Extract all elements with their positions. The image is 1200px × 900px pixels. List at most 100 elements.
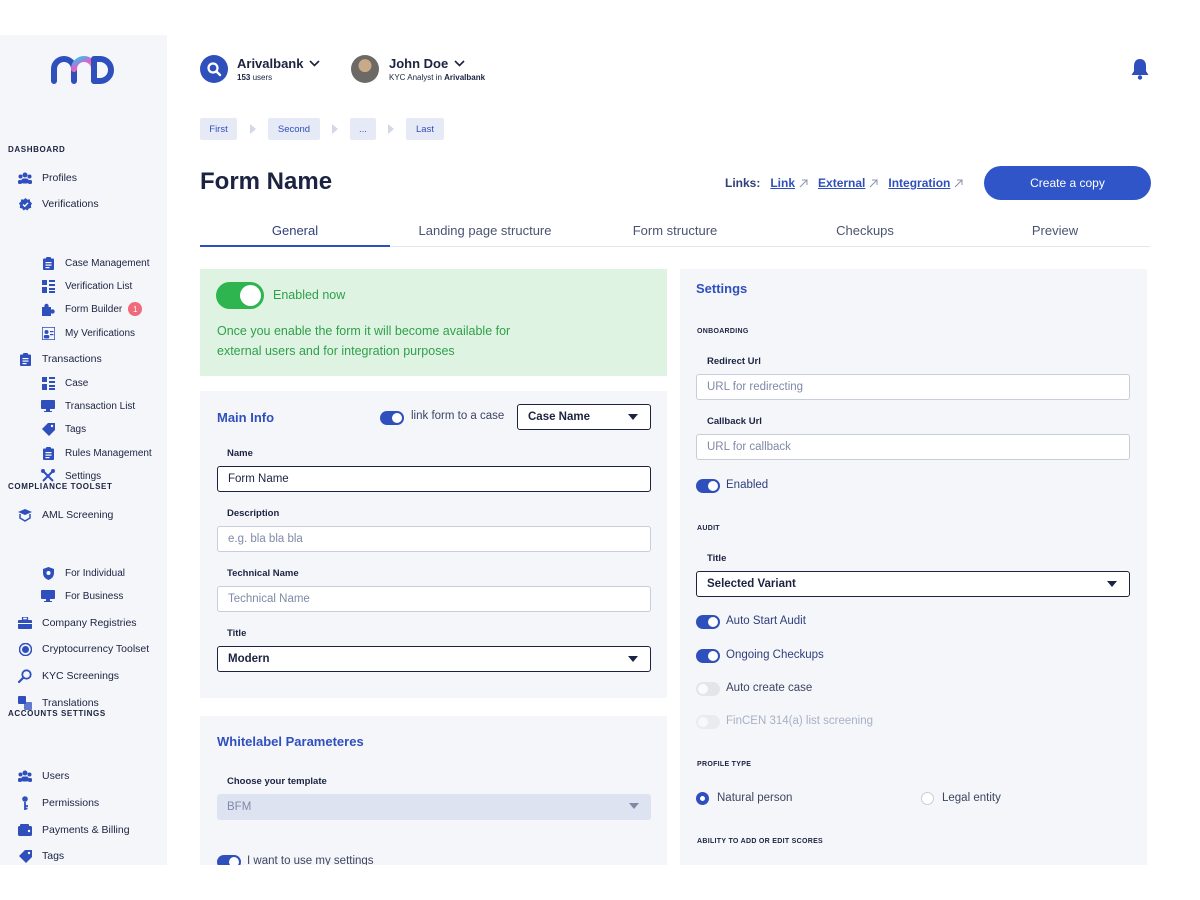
sidebar-item-for-business[interactable]: For Business: [41, 588, 123, 604]
key-person-icon: [18, 796, 32, 810]
own-settings-label: I want to use my settings: [247, 855, 374, 865]
enable-status-label: Enabled now: [273, 288, 346, 302]
nav-section-accounts: ACCOUNTS SETTINGS: [8, 709, 106, 718]
sidebar-item-rules-management[interactable]: Rules Management: [41, 445, 152, 461]
legal-entity-radio[interactable]: [921, 792, 934, 805]
enable-form-toggle[interactable]: [216, 282, 264, 309]
name-field[interactable]: Form Name: [217, 466, 651, 492]
active-tab-indicator: [200, 245, 390, 247]
sidebar-item-verifications[interactable]: Verifications: [18, 196, 99, 212]
link-icon: [955, 179, 963, 187]
sidebar-item-form-builder[interactable]: Form Builder 1: [41, 301, 143, 317]
sidebar-item-verification-list[interactable]: Verification List: [41, 278, 132, 294]
brand-logo-icon[interactable]: [50, 55, 118, 90]
template-select[interactable]: BFM: [217, 794, 651, 820]
enabled-label: Enabled: [726, 479, 769, 491]
own-settings-toggle[interactable]: [217, 855, 241, 865]
sidebar-item-label: Transaction List: [65, 400, 136, 412]
sidebar-item-profiles[interactable]: Profiles: [18, 170, 77, 186]
clipboard-icon: [18, 352, 32, 366]
case-name-select[interactable]: Case Name: [517, 404, 651, 430]
link-external[interactable]: External: [818, 176, 878, 190]
org-search-icon[interactable]: [200, 55, 228, 83]
auto-start-audit-toggle[interactable]: [696, 615, 720, 629]
scan-icon: [18, 508, 32, 522]
sidebar-item-label: Permissions: [42, 797, 100, 809]
sidebar-item-label: Tags: [65, 423, 87, 435]
sidebar-item-label: Users: [42, 770, 70, 782]
sidebar-item-transactions[interactable]: Transactions: [18, 351, 102, 367]
sidebar: DASHBOARD Profiles Verifications Case Ma…: [0, 35, 167, 865]
create-copy-button[interactable]: Create a copy: [984, 166, 1151, 200]
whitelabel-title: Whitelabel Parameteres: [217, 734, 364, 749]
users-icon: [18, 171, 32, 185]
notification-badge: 1: [128, 302, 143, 316]
monitor-icon: [41, 399, 55, 413]
title-select[interactable]: Modern: [217, 646, 651, 672]
fincen-toggle[interactable]: [696, 715, 720, 729]
bell-icon[interactable]: [1130, 58, 1150, 85]
technical-name-field[interactable]: Technical Name: [217, 586, 651, 612]
main-info-title: Main Info: [217, 410, 275, 425]
sidebar-item-case[interactable]: Case: [41, 375, 88, 391]
avatar[interactable]: [351, 55, 379, 83]
sidebar-item-my-verifications[interactable]: My Verifications: [41, 325, 135, 341]
caret-down-icon: [1107, 581, 1117, 587]
sidebar-item-label: Translations: [42, 697, 99, 709]
description-label: Description: [227, 508, 280, 519]
breadcrumb-item[interactable]: Second: [268, 118, 320, 140]
tab-preview[interactable]: Preview: [960, 223, 1150, 238]
user-switcher[interactable]: John Doe: [389, 56, 465, 71]
breadcrumb-item[interactable]: ...: [350, 118, 376, 140]
callback-url-label: Callback Url: [707, 416, 762, 427]
onboarding-caption: ONBOARDING: [697, 328, 749, 335]
sidebar-item-for-individual[interactable]: For Individual: [41, 565, 125, 581]
link-integration[interactable]: Integration: [888, 176, 963, 190]
settings-panel: Settings ONBOARDING Redirect Url URL for…: [680, 269, 1147, 865]
enabled-toggle[interactable]: [696, 479, 720, 493]
title-label: Title: [227, 628, 247, 639]
users-icon: [18, 769, 32, 783]
sidebar-item-aml-screening[interactable]: AML Screening: [18, 507, 113, 523]
sidebar-item-users[interactable]: Users: [18, 768, 69, 784]
link-link[interactable]: Link: [770, 176, 808, 190]
sidebar-item-tags-settings[interactable]: Tags: [18, 848, 64, 864]
breadcrumb-item[interactable]: Last: [406, 118, 444, 140]
auto-create-case-toggle[interactable]: [696, 682, 720, 696]
sidebar-item-label: For Business: [65, 590, 124, 602]
breadcrumb-item[interactable]: First: [200, 118, 237, 140]
sidebar-item-tags[interactable]: Tags: [41, 421, 86, 437]
magnifier-icon: [18, 669, 32, 683]
sidebar-item-case-management[interactable]: Case Management: [41, 255, 150, 271]
description-field[interactable]: e.g. bla bla bla: [217, 526, 651, 552]
sidebar-item-label: Case Management: [65, 257, 150, 269]
sidebar-item-label: Verifications: [42, 198, 99, 210]
callback-url-field[interactable]: URL for callback: [696, 434, 1130, 460]
sidebar-item-label: Cryptocurrency Toolset: [42, 643, 150, 655]
tab-checkups[interactable]: Checkups: [770, 223, 960, 238]
links-bar: Links: Link External Integration: [725, 176, 963, 190]
redirect-url-field[interactable]: URL for redirecting: [696, 374, 1130, 400]
org-switcher[interactable]: Arivalbank: [237, 56, 321, 71]
settings-title: Settings: [696, 281, 748, 296]
sidebar-item-company-registries[interactable]: Company Registries: [18, 615, 137, 631]
tab-form-structure[interactable]: Form structure: [580, 223, 770, 238]
audit-title-select[interactable]: Selected Variant: [696, 571, 1130, 597]
sidebar-item-kyc-screenings[interactable]: KYC Screenings: [18, 668, 119, 684]
link-form-toggle[interactable]: [380, 411, 404, 425]
sidebar-item-payments-billing[interactable]: Payments & Billing: [18, 822, 130, 838]
tab-landing-page-structure[interactable]: Landing page structure: [390, 223, 580, 238]
ongoing-checkups-toggle[interactable]: [696, 649, 720, 663]
tab-general[interactable]: General: [200, 223, 390, 238]
audit-caption: AUDIT: [697, 525, 720, 532]
sidebar-item-transaction-list[interactable]: Transaction List: [41, 398, 135, 414]
natural-person-radio[interactable]: [696, 792, 709, 805]
link-icon: [870, 179, 878, 187]
main-info-panel: Main Info link form to a case Case Name …: [200, 391, 667, 698]
technical-name-label: Technical Name: [227, 568, 299, 579]
chevron-down-icon: [309, 60, 321, 67]
sidebar-item-cryptocurrency-toolset[interactable]: Cryptocurrency Toolset: [18, 641, 149, 657]
coin-icon: [18, 642, 32, 656]
sidebar-item-permissions[interactable]: Permissions: [18, 795, 99, 811]
link-form-label: link form to a case: [411, 410, 505, 422]
